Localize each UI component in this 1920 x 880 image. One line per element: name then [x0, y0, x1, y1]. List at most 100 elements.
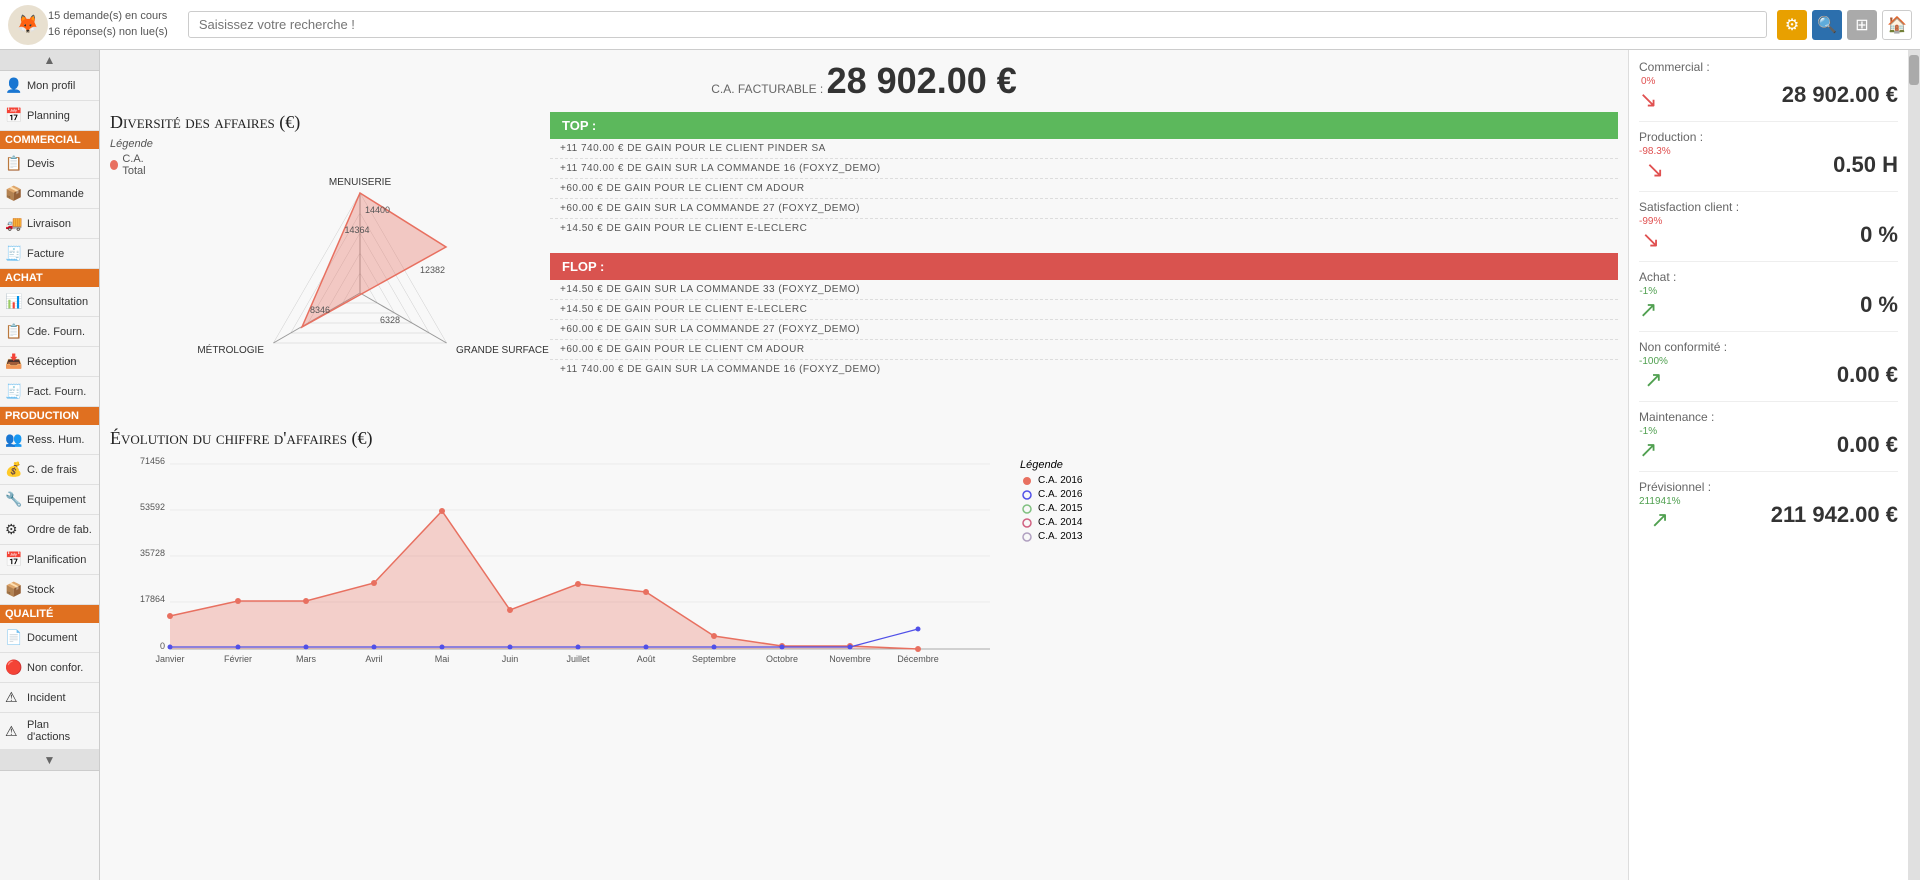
sidebar-item-commande[interactable]: 📦 Commande	[0, 179, 99, 209]
svg-text:Mai: Mai	[435, 654, 450, 664]
svg-text:Janvier: Janvier	[155, 654, 184, 664]
top-item-5: +14.50 € DE GAIN POUR LE CLIENT E-LECLER…	[550, 219, 1618, 238]
svg-text:Septembre: Septembre	[692, 654, 736, 664]
sidebar-item-ress-hum[interactable]: 👥 Ress. Hum.	[0, 425, 99, 455]
sidebar-item-fact-fournisseur[interactable]: 🧾 Fact. Fourn.	[0, 377, 99, 407]
grid-icon[interactable]: ⊞	[1847, 10, 1877, 40]
sidebar-label-planning: Planning	[27, 110, 70, 122]
kpi-previsionnel-value: 211 942.00 €	[1771, 502, 1898, 528]
line-chart-title: Évolution du chiffre d'affaires (€)	[110, 428, 1618, 449]
flop-header: FLOP :	[550, 253, 1618, 280]
sidebar-item-c-de-frais[interactable]: 💰 C. de frais	[0, 455, 99, 485]
svg-text:Avril: Avril	[365, 654, 382, 664]
equipement-icon: 🔧	[5, 491, 23, 508]
kpi-production-value: 0.50 H	[1833, 152, 1898, 178]
home-icon[interactable]: 🏠	[1882, 10, 1912, 40]
sidebar-label-ordre-fab: Ordre de fab.	[27, 524, 92, 536]
kpi-achat-row: -1% ↗ 0 %	[1639, 286, 1898, 323]
sidebar-label-reception: Réception	[27, 356, 77, 368]
sidebar-item-reception[interactable]: 📥 Réception	[0, 347, 99, 377]
svg-text:Juillet: Juillet	[566, 654, 590, 664]
sidebar-item-planification[interactable]: 📅 Planification	[0, 545, 99, 575]
consultation-icon: 📊	[5, 293, 23, 310]
kpi-satisfaction-row: -99% ↘ 0 %	[1639, 216, 1898, 253]
top-item-4: +60.00 € DE GAIN SUR LA COMMANDE 27 (FOX…	[550, 199, 1618, 219]
kpi-achat-label: Achat :	[1639, 270, 1898, 284]
sidebar-scroll-down[interactable]: ▼	[0, 750, 99, 771]
sidebar-label-consultation: Consultation	[27, 296, 88, 308]
sidebar-item-stock[interactable]: 📦 Stock	[0, 575, 99, 605]
search-area[interactable]	[188, 11, 1767, 38]
search-icon[interactable]: 🔍	[1812, 10, 1842, 40]
radar-title: Diversité des affaires (€)	[110, 112, 540, 133]
line-chart-svg: 0 17864 35728 53592 71456	[110, 454, 1010, 654]
sidebar-item-incident[interactable]: ⚠ Incident	[0, 683, 99, 713]
sidebar-label-cde-fournisseur: Cde. Fourn.	[27, 326, 85, 338]
facture-icon: 🧾	[5, 245, 23, 262]
sidebar-item-document[interactable]: 📄 Document	[0, 623, 99, 653]
kpi-achat-pct: -1%	[1639, 286, 1657, 297]
sidebar-item-livraison[interactable]: 🚚 Livraison	[0, 209, 99, 239]
legend-label: Légende	[1020, 459, 1082, 471]
sidebar-label-equipement: Equipement	[27, 494, 86, 506]
kpi-non-conformite-value: 0.00 €	[1837, 362, 1898, 388]
legend-ca2016-filled: C.A. 2016	[1020, 475, 1082, 486]
kpi-satisfaction-arrow-icon: ↘	[1641, 227, 1659, 253]
sidebar-scroll-up[interactable]: ▲	[0, 50, 99, 71]
svg-text:GRANDE SURFACE: GRANDE SURFACE	[456, 345, 549, 356]
kpi-previsionnel-trend: 211941% ↗	[1639, 496, 1681, 533]
kpi-commercial-value: 28 902.00 €	[1782, 82, 1898, 108]
flop-item-2: +14.50 € DE GAIN POUR LE CLIENT E-LECLER…	[550, 300, 1618, 320]
right-scrollbar[interactable]	[1908, 50, 1920, 880]
sidebar: ▲ 👤 Mon profil 📅 Planning Commercial 📋 D…	[0, 50, 100, 880]
sidebar-item-planning[interactable]: 📅 Planning	[0, 101, 99, 131]
radar-section: Diversité des affaires (€) Légende C.A. …	[110, 112, 540, 418]
kpi-maintenance-pct: -1%	[1639, 426, 1657, 437]
svg-text:MÉTROLOGIE: MÉTROLOGIE	[197, 343, 264, 356]
sidebar-label-commande: Commande	[27, 188, 84, 200]
radar-chart-svg: 14400 12382 14364 8346 6328 MENUISERIE G…	[180, 138, 540, 418]
svg-text:Juin: Juin	[502, 654, 519, 664]
sidebar-label-profil: Mon profil	[27, 80, 75, 92]
main-layout: ▲ 👤 Mon profil 📅 Planning Commercial 📋 D…	[0, 50, 1920, 880]
sidebar-item-facture[interactable]: 🧾 Facture	[0, 239, 99, 269]
sidebar-item-cde-fournisseur[interactable]: 📋 Cde. Fourn.	[0, 317, 99, 347]
sidebar-label-non-conformite: Non confor.	[27, 662, 83, 674]
document-icon: 📄	[5, 629, 23, 646]
sidebar-item-non-conformite[interactable]: 🔴 Non confor.	[0, 653, 99, 683]
radar-legend-label: Légende	[110, 138, 160, 150]
radar-legend-dot	[110, 160, 118, 170]
kpi-non-conformite-trend: -100% ↗	[1639, 356, 1668, 393]
radar-legend: Légende C.A. Total	[110, 138, 160, 177]
sidebar-item-plan-actions[interactable]: ⚠ Plan d'actions	[0, 713, 99, 750]
kpi-satisfaction-pct: -99%	[1639, 216, 1662, 227]
planning-icon: 📅	[5, 107, 23, 124]
radar-legend-item: C.A. Total	[110, 153, 160, 177]
kpi-previsionnel-arrow-icon: ↗	[1651, 507, 1669, 533]
sidebar-label-livraison: Livraison	[27, 218, 71, 230]
kpi-maintenance-trend: -1% ↗	[1639, 426, 1657, 463]
settings-icon[interactable]: ⚙	[1777, 10, 1807, 40]
ca-bar: C.A. FACTURABLE : 28 902.00 €	[110, 60, 1618, 102]
scrollbar-thumb[interactable]	[1909, 55, 1919, 85]
kpi-maintenance-value: 0.00 €	[1837, 432, 1898, 458]
ca-label: C.A. FACTURABLE :	[711, 82, 823, 96]
kpi-commercial: Commercial : 0% ↘ 28 902.00 €	[1639, 60, 1898, 122]
kpi-previsionnel-pct: 211941%	[1639, 496, 1681, 507]
sidebar-item-devis[interactable]: 📋 Devis	[0, 149, 99, 179]
sidebar-item-consultation[interactable]: 📊 Consultation	[0, 287, 99, 317]
incident-icon: ⚠	[5, 689, 23, 706]
sidebar-item-profil[interactable]: 👤 Mon profil	[0, 71, 99, 101]
flop-item-5: +11 740.00 € DE GAIN SUR LA COMMANDE 16 …	[550, 360, 1618, 379]
sidebar-label-stock: Stock	[27, 584, 55, 596]
middle-section: Diversité des affaires (€) Légende C.A. …	[110, 112, 1618, 418]
profil-icon: 👤	[5, 77, 23, 94]
sidebar-label-planification: Planification	[27, 554, 86, 566]
kpi-production-row: -98.3% ↘ 0.50 H	[1639, 146, 1898, 183]
sidebar-item-equipement[interactable]: 🔧 Equipement	[0, 485, 99, 515]
legend-ca2013: C.A. 2013	[1020, 531, 1082, 542]
search-input[interactable]	[188, 11, 1767, 38]
kpi-maintenance-arrow-icon: ↗	[1639, 437, 1657, 463]
sidebar-item-ordre-fab[interactable]: ⚙ Ordre de fab.	[0, 515, 99, 545]
kpi-achat: Achat : -1% ↗ 0 %	[1639, 270, 1898, 332]
